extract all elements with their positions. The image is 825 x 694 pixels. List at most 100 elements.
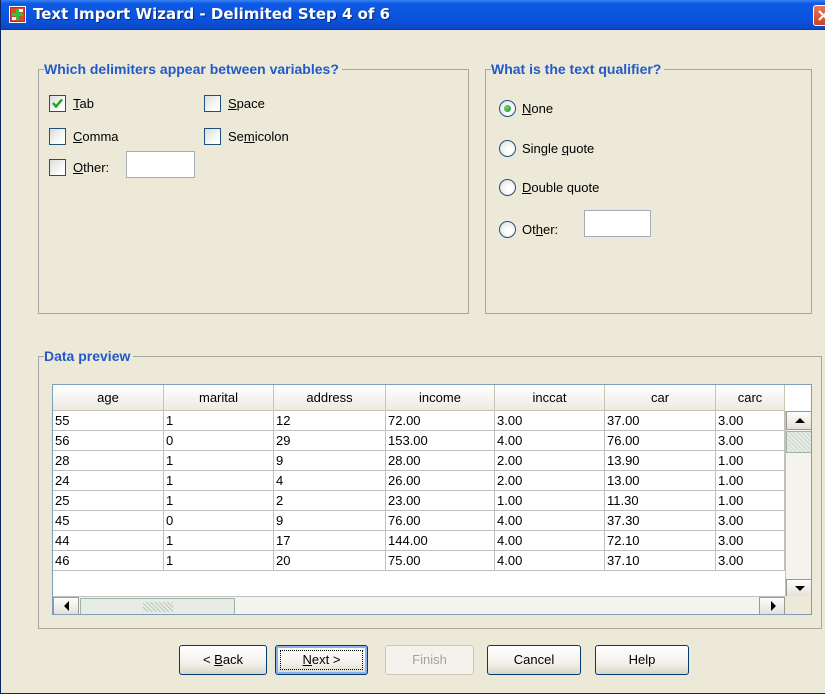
table-cell: 144.00 [386,531,495,551]
table-row: 55 1 12 72.00 3.00 37.00 3.00 [53,411,785,431]
focus-ring [280,650,363,670]
space-label: Space [228,95,265,111]
close-icon[interactable] [813,5,825,26]
table-cell: 72.10 [605,531,716,551]
window-title: Text Import Wizard - Delimited Step 4 of… [33,5,391,23]
column-header[interactable]: carc [716,385,785,411]
finish-button[interactable]: Finish [385,645,474,675]
text-import-wizard-window: Text Import Wizard - Delimited Step 4 of… [0,0,825,694]
table-cell: 0 [164,511,274,531]
scroll-corner [785,596,811,614]
table-cell: 4.00 [495,511,605,531]
column-header[interactable]: address [274,385,386,411]
table-row: 44 1 17 144.00 4.00 72.10 3.00 [53,531,785,551]
text-qualifier-group-title: What is the text qualifier? [491,61,665,78]
horizontal-scrollbar[interactable] [53,596,785,614]
other-delimiter-input[interactable] [126,151,195,178]
next-button[interactable]: Next > [275,645,368,675]
grid-header: age marital address income inccat car carc [53,385,785,411]
help-button[interactable]: Help [595,645,689,675]
radio-circle[interactable] [499,139,516,157]
tab-label: Tab [73,95,94,111]
table-cell: 1.00 [716,451,785,471]
table-cell: 13.00 [605,471,716,491]
table-cell: 2 [274,491,386,511]
semicolon-checkbox[interactable]: Semicolon [204,127,289,145]
horizontal-scroll-thumb[interactable] [80,598,235,614]
table-cell: 1.00 [716,471,785,491]
table-row: 56 0 29 153.00 4.00 76.00 3.00 [53,431,785,451]
other-qualifier-radio[interactable]: Other: [499,219,558,239]
table-cell: 3.00 [716,511,785,531]
table-cell: 12 [274,411,386,431]
radio-circle[interactable] [499,178,516,196]
comma-checkbox[interactable]: Comma [49,127,119,145]
other-delimiter-checkbox[interactable]: Other: [49,158,109,176]
table-cell: 153.00 [386,431,495,451]
table-cell: 9 [274,451,386,471]
table-cell: 45 [53,511,164,531]
table-cell: 2.00 [495,471,605,491]
table-cell: 3.00 [716,431,785,451]
double-quote-radio[interactable]: Double quote [499,177,599,197]
other-qualifier-input[interactable] [584,210,651,237]
table-cell: 46 [53,551,164,571]
data-preview-grid[interactable]: age marital address income inccat car carc 55 1… [52,384,812,615]
delimiters-group: Which delimiters appear between variable… [38,61,469,314]
table-cell: 37.30 [605,511,716,531]
vertical-scroll-thumb[interactable] [786,431,811,453]
column-header[interactable]: marital [164,385,274,411]
single-quote-radio[interactable]: Single quote [499,138,594,158]
checkbox-box[interactable] [204,94,221,112]
checkbox-box[interactable] [49,94,66,112]
table-cell: 25 [53,491,164,511]
space-checkbox[interactable]: Space [204,94,265,112]
spss-app-icon [9,6,26,23]
column-header[interactable]: car [605,385,716,411]
delimiters-group-title: Which delimiters appear between variable… [44,61,342,78]
checkmark-icon [52,98,63,108]
title-bar[interactable]: Text Import Wizard - Delimited Step 4 of… [1,0,825,30]
table-cell: 56 [53,431,164,451]
checkbox-box[interactable] [204,127,221,145]
checkbox-box[interactable] [49,127,66,145]
comma-label: Comma [73,128,119,144]
table-cell: 11.30 [605,491,716,511]
table-cell: 3.00 [716,531,785,551]
scroll-right-button[interactable] [759,597,785,614]
table-cell: 2.00 [495,451,605,471]
table-cell: 3.00 [716,411,785,431]
table-cell: 1.00 [495,491,605,511]
scroll-up-button[interactable] [786,411,811,430]
table-cell: 76.00 [386,511,495,531]
cancel-button[interactable]: Cancel [487,645,581,675]
table-cell: 55 [53,411,164,431]
scroll-left-button[interactable] [53,597,79,614]
table-cell: 1 [164,411,274,431]
scroll-grip-icon [143,602,173,612]
radio-circle[interactable] [499,99,516,117]
table-cell: 4 [274,471,386,491]
vertical-scrollbar[interactable] [785,411,811,600]
tab-checkbox[interactable]: Tab [49,94,94,112]
grid-body: 55 1 12 72.00 3.00 37.00 3.00 56 0 29 153.00 4.00 76… [53,411,785,571]
checkbox-box[interactable] [49,158,66,176]
table-cell: 0 [164,431,274,451]
table-cell: 1 [164,491,274,511]
table-cell: 1.00 [716,491,785,511]
table-cell: 4.00 [495,531,605,551]
column-header[interactable]: age [53,385,164,411]
table-cell: 76.00 [605,431,716,451]
column-header[interactable]: inccat [495,385,605,411]
arrow-right-icon [771,601,776,611]
column-header[interactable]: income [386,385,495,411]
back-button[interactable]: < Back [179,645,267,675]
table-row: 45 0 9 76.00 4.00 37.30 3.00 [53,511,785,531]
table-cell: 4.00 [495,431,605,451]
radio-circle[interactable] [499,220,516,238]
table-cell: 1 [164,471,274,491]
table-cell: 29 [274,431,386,451]
none-radio[interactable]: None [499,98,553,118]
table-row: 28 1 9 28.00 2.00 13.90 1.00 [53,451,785,471]
table-cell: 1 [164,531,274,551]
